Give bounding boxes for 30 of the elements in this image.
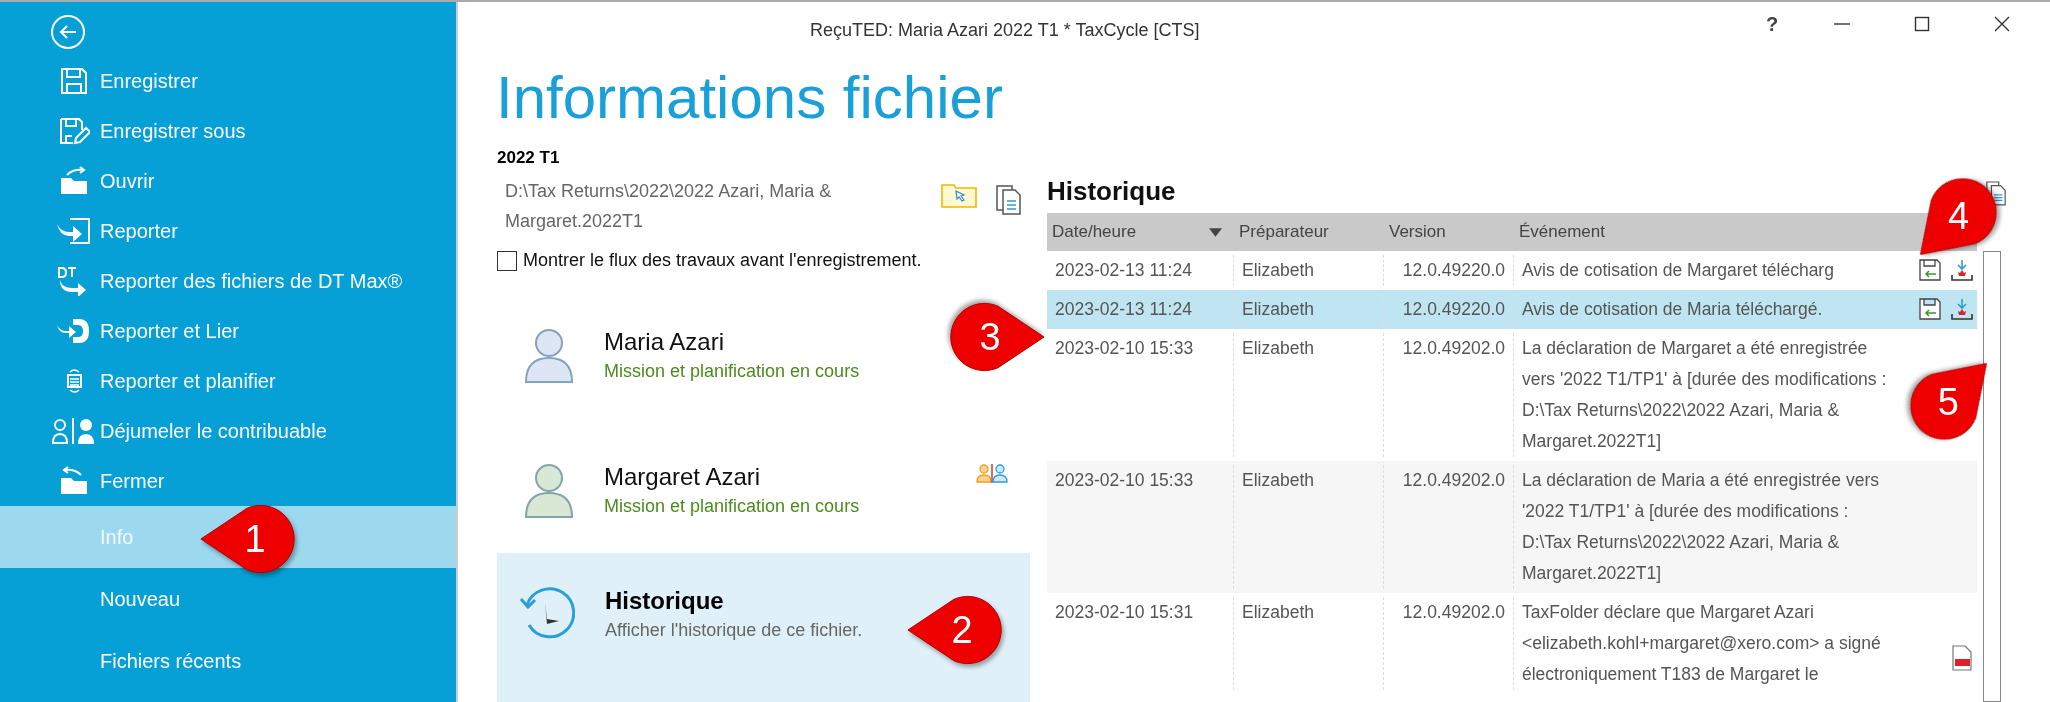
history-card-title: Historique xyxy=(605,586,725,616)
table-cell: 2023-02-10 15:31 xyxy=(1055,602,1194,622)
table-cell: 12.0.49202.0 xyxy=(1402,602,1505,622)
table-cell: 2023-02-10 15:33 xyxy=(1055,470,1194,490)
table-cell-text: La déclaration de Maria a été enregistrée vers '2022 T1/TP1' à [durée des modifications : D:\Tax Returns\2022\2022 Azari, Maria & Margaret.2022T1] xyxy=(1522,469,1880,585)
taxpayer-status: Mission et planification en cours xyxy=(604,360,860,383)
window-title: ReçuTED: Maria Azari 2022 T1 * TaxCycle [CTS] xyxy=(810,20,1200,41)
table-cell-text: Avis de cotisation de Margaret télécharg xyxy=(1522,259,1835,282)
table-cell: Elizabeth xyxy=(1242,602,1314,622)
table-cell: Elizabeth xyxy=(1242,299,1314,319)
table-cell: 12.0.49220.0 xyxy=(1402,299,1505,319)
table-cell: 2023-02-13 11:24 xyxy=(1055,299,1192,319)
table-cell: 12.0.49202.0 xyxy=(1402,470,1505,490)
table-cell: Elizabeth xyxy=(1242,338,1314,358)
table-cell: Elizabeth xyxy=(1242,470,1314,490)
page-title: Informations fichier xyxy=(496,64,1004,132)
table-cell: 12.0.49220.0 xyxy=(1402,260,1505,280)
table-cell-text: La déclaration de Margaret a été enregistrée vers '2022 T1/TP1' à [durée des modifications : D:\Tax Returns\2022\2022 Azari, Maria & Margaret.2022T1] xyxy=(1522,337,1888,453)
taxpayer-status: Mission et planification en cours xyxy=(604,495,860,518)
file-path: D:\Tax Returns\2022\2022 Azari, Maria & Margaret.2022T1 xyxy=(505,180,833,233)
table-cell: 2023-02-13 11:24 xyxy=(1055,260,1192,280)
checkbox-label: Montrer le flux des travaux avant l'enregistrement. xyxy=(523,250,922,271)
file-name: 2022 T1 xyxy=(497,148,561,168)
table-cell: 2023-02-10 15:33 xyxy=(1055,338,1194,358)
table-cell: 12.0.49202.0 xyxy=(1402,338,1505,358)
table-cell-text: TaxFolder déclare que Margaret Azari <elizabeth.kohl+margaret@xero.com> a signé électroniquement T183 de Margaret le xyxy=(1522,601,1882,686)
history-heading: Historique xyxy=(1047,176,1176,207)
table-cell-text: Avis de cotisation de Maria téléchargé. xyxy=(1522,298,1824,321)
table-cell: Elizabeth xyxy=(1242,260,1314,280)
history-card-description: Afficher l'historique de ce fichier. xyxy=(605,619,863,642)
